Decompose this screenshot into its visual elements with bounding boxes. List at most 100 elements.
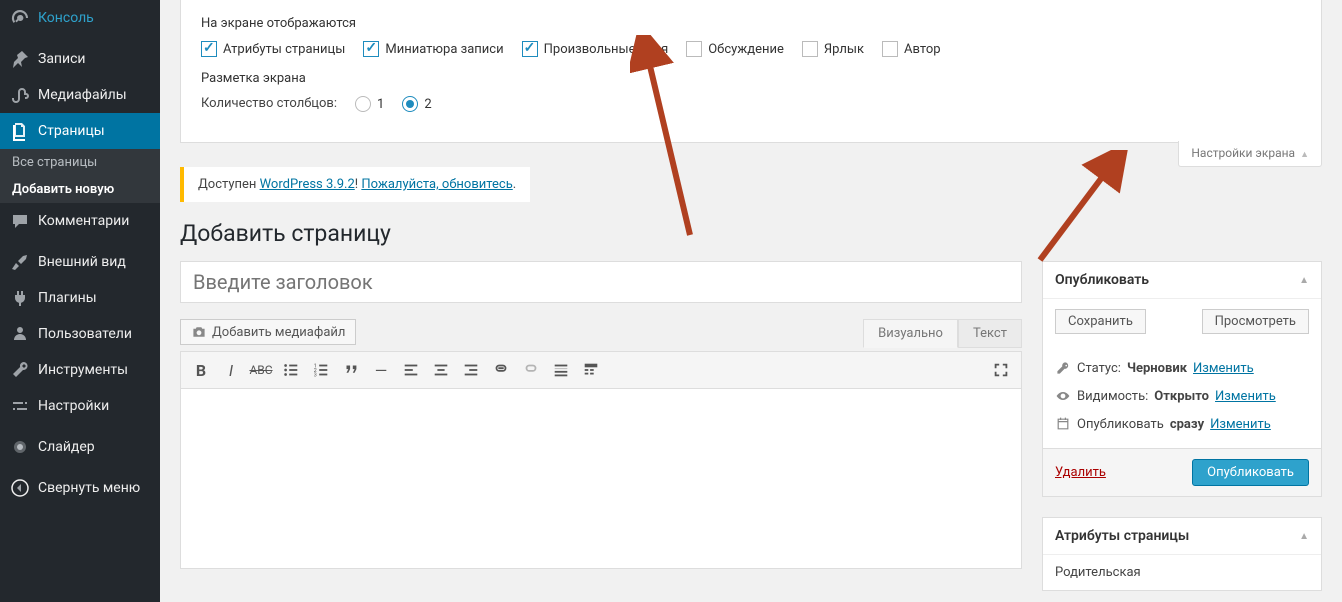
menu-posts[interactable]: Записи — [0, 41, 160, 77]
tb-hr[interactable]: — — [367, 356, 395, 384]
menu-appearance[interactable]: Внешний вид — [0, 244, 160, 280]
menu-label: Пользователи — [38, 326, 132, 342]
screen-options-tab[interactable]: Настройки экрана — [1178, 141, 1322, 167]
radio-cols-2[interactable]: 2 — [402, 96, 431, 112]
checkbox[interactable] — [882, 41, 898, 57]
menu-label: Свернуть меню — [38, 480, 140, 496]
submenu-all-pages[interactable]: Все страницы — [0, 149, 160, 176]
tb-bold[interactable]: B — [187, 356, 215, 384]
radio[interactable] — [402, 96, 418, 112]
checkbox[interactable] — [522, 41, 538, 57]
publish-button[interactable]: Опубликовать — [1192, 459, 1309, 486]
settings-icon — [10, 396, 30, 416]
admin-sidebar: Консоль Записи Медиафайлы Страницы Все с… — [0, 0, 160, 602]
editor-body[interactable] — [180, 389, 1022, 569]
delete-link[interactable]: Удалить — [1055, 465, 1106, 480]
key-icon — [1055, 360, 1071, 376]
tb-more[interactable] — [547, 356, 575, 384]
tb-italic[interactable]: I — [217, 356, 245, 384]
tab-visual[interactable]: Визуально — [863, 319, 958, 348]
menu-label: Инструменты — [38, 362, 128, 378]
cols-label: Количество столбцов: — [201, 96, 337, 112]
eye-icon — [1055, 388, 1071, 404]
tb-align-right[interactable] — [457, 356, 485, 384]
content-area: На экране отображаются Атрибуты страницы… — [160, 0, 1342, 602]
menu-settings[interactable]: Настройки — [0, 388, 160, 424]
editor-column: Добавить медиафайл ВизуальноТекст B I AB… — [180, 261, 1022, 602]
pin-icon — [10, 49, 30, 69]
attributes-metabox: Атрибуты страницы ▲ Родительская — [1042, 517, 1322, 591]
menu-label: Консоль — [38, 10, 94, 26]
tb-toolbar-toggle[interactable] — [577, 356, 605, 384]
post-title-input[interactable] — [180, 261, 1022, 303]
menu-slider[interactable]: Слайдер — [0, 429, 160, 465]
chk-author[interactable]: Автор — [882, 41, 941, 57]
chk-custom-fields[interactable]: Произвольные поля — [522, 41, 669, 57]
menu-label: Страницы — [38, 123, 105, 139]
tb-ol[interactable]: 123 — [307, 356, 335, 384]
add-media-button[interactable]: Добавить медиафайл — [180, 319, 356, 345]
menu-media[interactable]: Медиафайлы — [0, 77, 160, 113]
notice-version-link[interactable]: WordPress 3.9.2 — [260, 177, 355, 192]
tb-quote[interactable] — [337, 356, 365, 384]
app-root: Консоль Записи Медиафайлы Страницы Все с… — [0, 0, 1342, 602]
edit-visibility-link[interactable]: Изменить — [1215, 389, 1276, 404]
menu-dashboard[interactable]: Консоль — [0, 0, 160, 36]
menu-comments[interactable]: Комментарии — [0, 203, 160, 239]
sidebar-column: Опубликовать ▲ Сохранить Просмотреть Ста… — [1042, 261, 1322, 602]
main-columns: Добавить медиафайл ВизуальноТекст B I AB… — [180, 261, 1322, 602]
checkbox[interactable] — [802, 41, 818, 57]
checkbox[interactable] — [363, 41, 379, 57]
screen-cols-row: Количество столбцов: 1 2 — [201, 96, 1301, 112]
submenu-add-new[interactable]: Добавить новую — [0, 176, 160, 203]
media-icon — [10, 85, 30, 105]
tb-ul[interactable] — [277, 356, 305, 384]
notice-update-link[interactable]: Пожалуйста, обновитесь — [361, 177, 512, 192]
menu-label: Плагины — [38, 290, 97, 306]
preview-button[interactable]: Просмотреть — [1202, 309, 1309, 334]
attributes-heading[interactable]: Атрибуты страницы ▲ — [1043, 518, 1321, 555]
publish-metabox: Опубликовать ▲ Сохранить Просмотреть Ста… — [1042, 261, 1322, 497]
menu-label: Комментарии — [38, 213, 129, 229]
chk-discussion[interactable]: Обсуждение — [686, 41, 784, 57]
tb-align-left[interactable] — [397, 356, 425, 384]
screen-options-panel: На экране отображаются Атрибуты страницы… — [180, 0, 1322, 143]
tb-unlink[interactable] — [517, 356, 545, 384]
collapse-icon — [10, 478, 30, 498]
submenu-pages: Все страницы Добавить новую — [0, 149, 160, 203]
edit-schedule-link[interactable]: Изменить — [1210, 417, 1271, 432]
tb-align-center[interactable] — [427, 356, 455, 384]
publish-heading[interactable]: Опубликовать ▲ — [1043, 262, 1321, 299]
generic-icon — [10, 437, 30, 457]
menu-label: Слайдер — [38, 439, 95, 455]
menu-pages[interactable]: Страницы — [0, 113, 160, 149]
comment-icon — [10, 211, 30, 231]
menu-tools[interactable]: Инструменты — [0, 352, 160, 388]
tb-link[interactable] — [487, 356, 515, 384]
menu-label: Медиафайлы — [38, 87, 127, 103]
page-title: Добавить страницу — [180, 220, 1322, 247]
camera-icon — [191, 324, 207, 340]
chk-slug[interactable]: Ярлык — [802, 41, 864, 57]
triangle-icon: ▲ — [1299, 531, 1309, 542]
tb-fullscreen[interactable] — [987, 356, 1015, 384]
tab-text[interactable]: Текст — [958, 319, 1022, 348]
chk-featured-image[interactable]: Миниатюра записи — [363, 41, 503, 57]
menu-users[interactable]: Пользователи — [0, 316, 160, 352]
screen-boxes-row: Атрибуты страницы Миниатюра записи Произ… — [201, 41, 1301, 57]
edit-status-link[interactable]: Изменить — [1193, 361, 1254, 376]
chk-page-attributes[interactable]: Атрибуты страницы — [201, 41, 345, 57]
tools-icon — [10, 360, 30, 380]
checkbox[interactable] — [201, 41, 217, 57]
radio-cols-1[interactable]: 1 — [355, 96, 384, 112]
tb-strike[interactable]: ABC — [247, 356, 275, 384]
menu-collapse[interactable]: Свернуть меню — [0, 470, 160, 506]
menu-plugins[interactable]: Плагины — [0, 280, 160, 316]
dashboard-icon — [10, 8, 30, 28]
user-icon — [10, 324, 30, 344]
menu-label: Настройки — [38, 398, 109, 414]
save-draft-button[interactable]: Сохранить — [1055, 309, 1146, 334]
update-notice: Доступен WordPress 3.9.2! Пожалуйста, об… — [180, 167, 530, 202]
radio[interactable] — [355, 96, 371, 112]
checkbox[interactable] — [686, 41, 702, 57]
